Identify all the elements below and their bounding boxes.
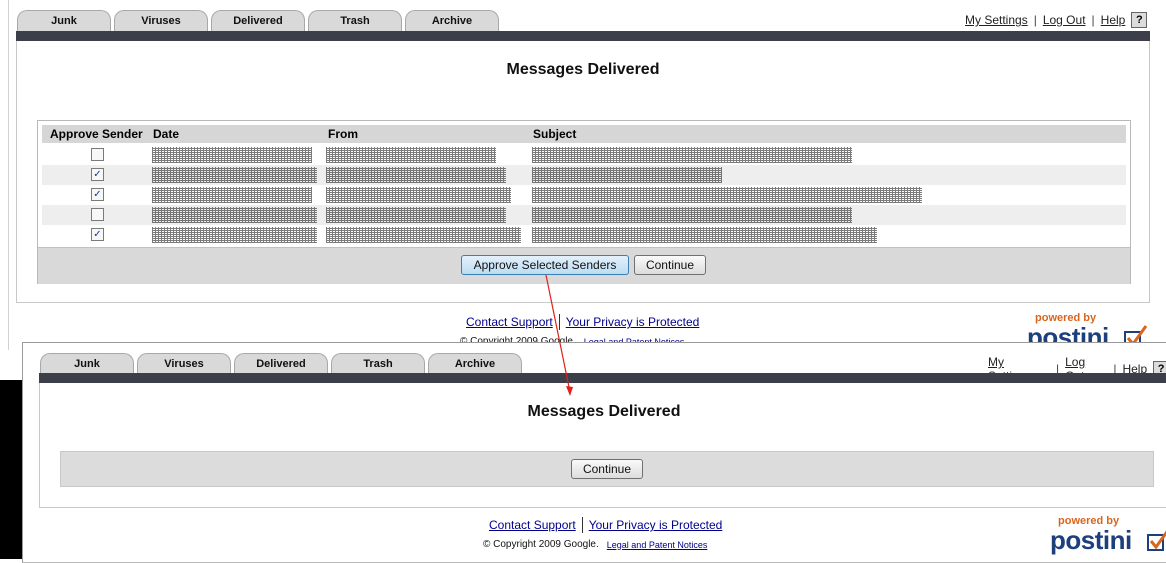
- annotation-arrow: [545, 274, 573, 396]
